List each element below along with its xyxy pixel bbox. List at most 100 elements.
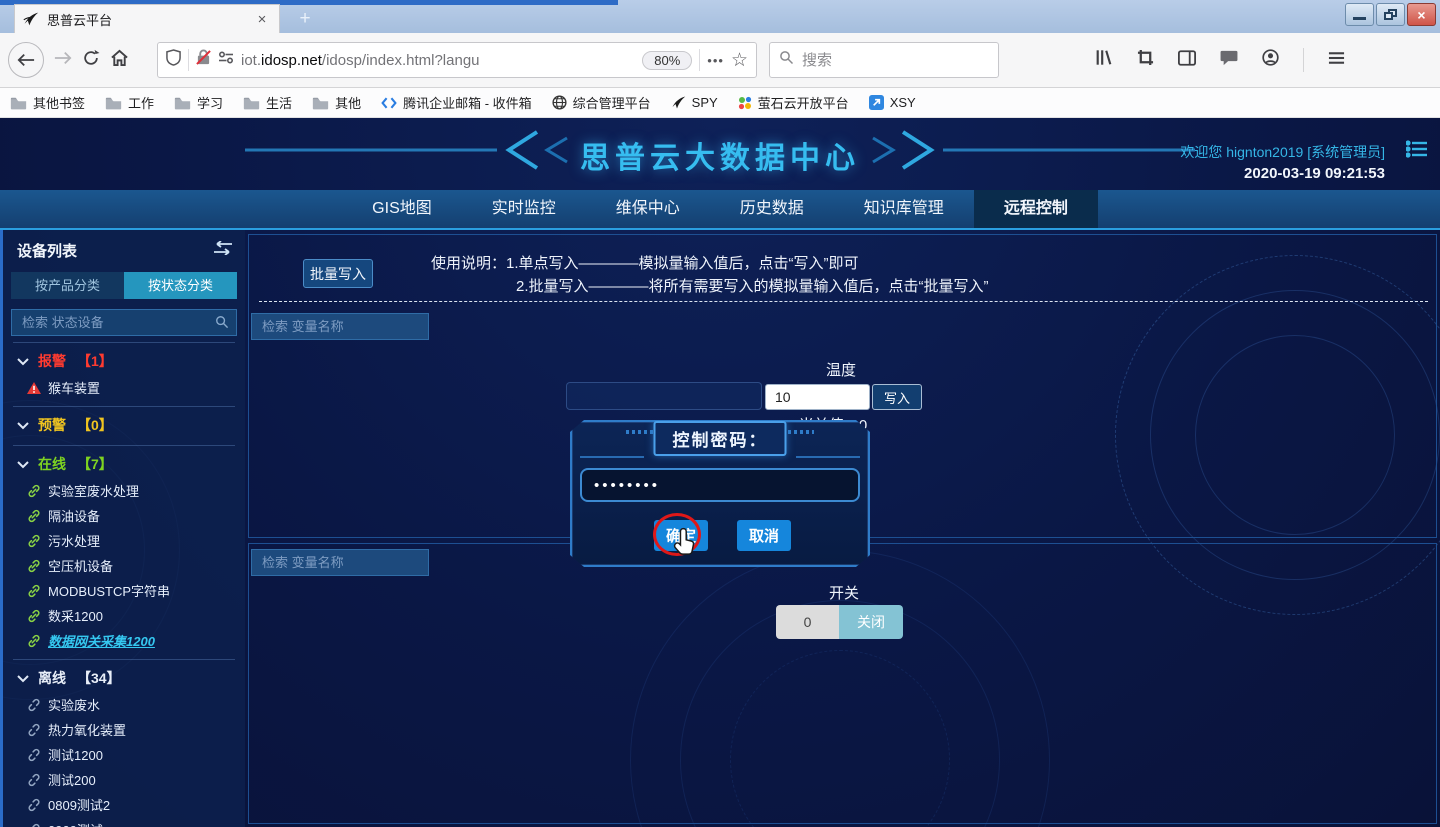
header-list-menu-icon[interactable] [1406, 140, 1428, 163]
datetime: 2020-03-19 09:21:53 [1244, 165, 1385, 182]
restore-button[interactable] [1376, 3, 1405, 26]
insecure-lock-icon[interactable] [196, 49, 211, 71]
sidebar-toggle-icon[interactable] [1178, 50, 1196, 71]
chevron-down-icon [17, 417, 29, 433]
globe-icon [552, 95, 567, 110]
group-label: 预警 [38, 415, 66, 435]
bookmark-item[interactable]: 学习 [174, 93, 223, 112]
link-icon [27, 634, 41, 648]
browser-search[interactable] [769, 42, 999, 78]
nav-tab[interactable]: 知识库管理 [834, 190, 974, 228]
bookmark-item[interactable]: 综合管理平台 [552, 93, 651, 112]
forward-button[interactable] [54, 51, 72, 70]
variable-search-input[interactable] [251, 313, 429, 340]
nav-tab[interactable]: 历史数据 [710, 190, 834, 228]
home-button[interactable] [110, 49, 129, 72]
tracking-shield-icon[interactable] [166, 49, 181, 71]
url-bar[interactable]: iot.idosp.net/idosp/index.html?langu 80%… [157, 42, 757, 78]
device-item-label: 实验室废水处理 [48, 481, 139, 500]
bookmark-item[interactable]: SPY [671, 95, 718, 110]
cancel-button[interactable]: 取消 [737, 520, 791, 551]
nav-tab[interactable]: 实时监控 [462, 190, 586, 228]
sidebar-tab[interactable]: 按状态分类 [124, 272, 237, 299]
device-item[interactable]: 空压机设备 [13, 553, 235, 578]
write-button[interactable]: 写入 [872, 384, 922, 410]
group-header[interactable]: 离线【34】 [13, 664, 235, 692]
group-header[interactable]: 预警【0】 [13, 411, 235, 439]
folder-icon [105, 96, 122, 110]
unlink-icon [27, 823, 41, 827]
url-text[interactable]: iot.idosp.net/idosp/index.html?langu [241, 52, 635, 69]
usage-instructions-line1: 使用说明：1.单点写入————模拟量输入值后，点击“写入”即可 [431, 252, 859, 273]
screenshot-crop-icon[interactable] [1137, 49, 1154, 71]
device-sidebar: 设备列表 按产品分类按状态分类 报警【1】猴车装置预警【0】在线【7】实验室废水… [0, 230, 245, 827]
new-tab-button[interactable]: + [292, 7, 318, 31]
account-icon[interactable] [1262, 49, 1279, 71]
sidebar-title: 设备列表 [17, 240, 213, 261]
device-item[interactable]: 实验废水 [13, 692, 235, 717]
bookmark-label: 其他书签 [33, 93, 85, 112]
device-item-label: 0809测试2 [48, 795, 110, 814]
device-group: 在线【7】实验室废水处理隔油设备污水处理空压机设备MODBUSTCP字符串数采1… [13, 445, 235, 659]
control-password-dialog: 控制密码： 确定 取消 [570, 420, 870, 567]
tab-close-icon[interactable]: × [253, 11, 271, 28]
close-button[interactable]: × [1407, 3, 1436, 26]
bookmark-item[interactable]: 其他 [312, 93, 361, 112]
device-item-selected[interactable]: 数据网关采集1200 [13, 628, 235, 653]
variable-label-switch: 开关 [784, 582, 904, 603]
bookmark-star-icon[interactable]: ☆ [731, 49, 748, 72]
variable-search-input-2[interactable] [251, 549, 429, 576]
zoom-level-badge[interactable]: 80% [642, 51, 692, 70]
device-item[interactable]: 0909测试 [13, 817, 235, 827]
device-item[interactable]: 热力氧化装置 [13, 717, 235, 742]
group-header[interactable]: 在线【7】 [13, 450, 235, 478]
nav-tab-active[interactable]: 远程控制 [974, 190, 1098, 228]
bookmark-item[interactable]: 腾讯企业邮箱 - 收件箱 [381, 93, 532, 112]
sidebar-tab[interactable]: 按产品分类 [11, 272, 124, 299]
device-item[interactable]: 隔油设备 [13, 503, 235, 528]
bookmark-item[interactable]: 其他书签 [10, 93, 85, 112]
bookmark-label: SPY [692, 95, 718, 110]
device-item[interactable]: 测试1200 [13, 742, 235, 767]
nav-tab[interactable]: GIS地图 [342, 190, 462, 228]
device-item[interactable]: 实验室废水处理 [13, 478, 235, 503]
back-button[interactable] [8, 42, 44, 78]
dialog-decoration [796, 456, 860, 458]
minimize-button[interactable] [1345, 3, 1374, 26]
bookmark-label: 萤石云开放平台 [758, 93, 849, 112]
collapse-swap-icon[interactable] [213, 241, 233, 260]
bookmark-item[interactable]: 生活 [243, 93, 292, 112]
library-icon[interactable] [1095, 49, 1113, 71]
device-item[interactable]: 0809测试2 [13, 792, 235, 817]
chat-bubble-icon[interactable] [1220, 50, 1238, 71]
device-item[interactable]: 测试200 [13, 767, 235, 792]
bookmark-item[interactable]: 萤石云开放平台 [738, 93, 849, 112]
device-item[interactable]: MODBUSTCP字符串 [13, 578, 235, 603]
variable-name-field[interactable] [566, 382, 762, 410]
bookmark-item[interactable]: XSY [869, 95, 916, 110]
device-item[interactable]: 污水处理 [13, 528, 235, 553]
device-item[interactable]: 数采1200 [13, 603, 235, 628]
permissions-icon[interactable] [218, 51, 234, 69]
unlink-icon [27, 773, 41, 787]
device-item[interactable]: 猴车装置 [13, 375, 235, 400]
device-item-label: 猴车装置 [48, 378, 100, 397]
main-area: 批量写入 使用说明：1.单点写入————模拟量输入值后，点击“写入”即可 2.批… [245, 230, 1440, 827]
page-actions-icon[interactable]: ••• [707, 53, 724, 68]
temperature-value-input[interactable] [765, 384, 870, 410]
reload-button[interactable] [82, 49, 100, 72]
search-input[interactable] [802, 52, 962, 69]
batch-write-button[interactable]: 批量写入 [303, 259, 373, 288]
control-password-input[interactable] [580, 468, 860, 502]
device-search-input[interactable] [11, 309, 237, 336]
switch-state-button[interactable]: 关闭 [839, 605, 903, 639]
browser-tab[interactable]: 思普云平台 × [14, 4, 280, 33]
group-header[interactable]: 报警【1】 [13, 347, 235, 375]
bookmark-item[interactable]: 工作 [105, 93, 154, 112]
chevron-down-icon [17, 353, 29, 369]
switch-toggle[interactable]: 0 关闭 [776, 605, 903, 639]
menu-hamburger-icon[interactable] [1328, 51, 1345, 70]
minimize-icon [1353, 17, 1366, 20]
toolbar-icons [1095, 48, 1345, 72]
nav-tab[interactable]: 维保中心 [586, 190, 710, 228]
